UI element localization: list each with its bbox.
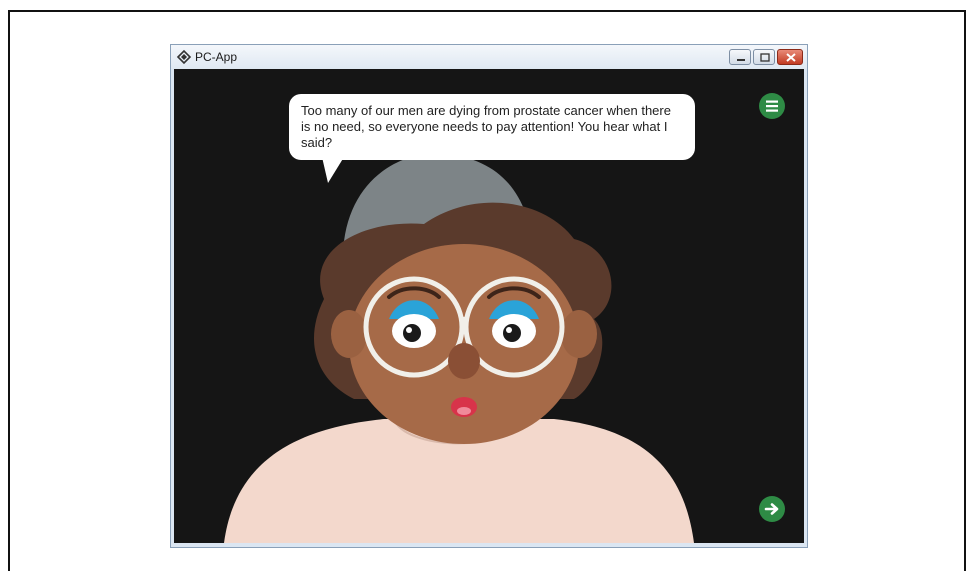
minimize-icon: [737, 59, 745, 61]
character-nose: [448, 343, 480, 379]
maximize-button[interactable]: [753, 49, 775, 65]
app-window: PC-App Too many of our men are dying fro…: [170, 44, 808, 548]
menu-button[interactable]: [759, 93, 785, 119]
speech-bubble: Too many of our men are dying from prost…: [289, 94, 695, 160]
close-icon: [786, 53, 796, 62]
speech-bubble-tail: [322, 157, 344, 183]
minimize-button[interactable]: [729, 49, 751, 65]
speech-bubble-text: Too many of our men are dying from prost…: [301, 103, 671, 150]
app-logo-icon: [176, 49, 192, 65]
title-bar[interactable]: PC-App: [171, 45, 807, 69]
window-title: PC-App: [195, 50, 238, 64]
maximize-icon: [760, 53, 770, 62]
app-canvas: Too many of our men are dying from prost…: [174, 69, 804, 543]
hamburger-menu-icon: [766, 100, 778, 112]
close-button[interactable]: [777, 49, 803, 65]
arrow-right-icon: [764, 503, 779, 515]
next-button[interactable]: [759, 496, 785, 522]
